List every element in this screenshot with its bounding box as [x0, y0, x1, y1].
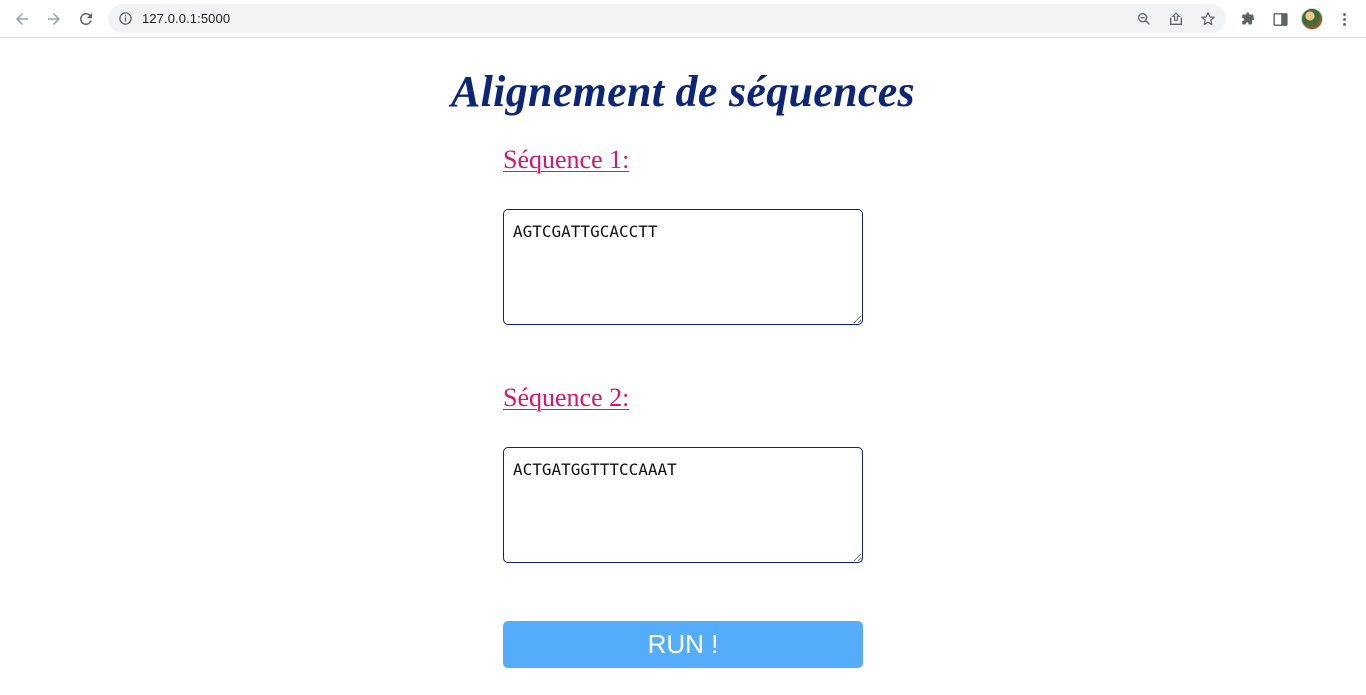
- sequence1-textarea[interactable]: AGTCGATTGCACCTT: [503, 209, 863, 325]
- sequence1-label: Séquence 1:: [503, 145, 630, 174]
- address-bar[interactable]: 127.0.0.1:5000: [108, 4, 1226, 33]
- extensions-icon[interactable]: [1238, 9, 1258, 29]
- avatar[interactable]: [1301, 8, 1323, 30]
- run-button[interactable]: RUN !: [503, 621, 863, 668]
- zoom-icon[interactable]: [1135, 10, 1153, 28]
- share-icon[interactable]: [1167, 10, 1185, 28]
- browser-toolbar: 127.0.0.1:5000: [0, 0, 1366, 38]
- page-title: Alignement de séquences: [451, 67, 915, 116]
- back-arrow-icon[interactable]: [11, 8, 33, 30]
- kebab-menu-icon[interactable]: [1334, 9, 1354, 29]
- url-text[interactable]: 127.0.0.1:5000: [142, 11, 230, 26]
- sequence2-textarea[interactable]: ACTGATGGTTTCCAAAT: [503, 447, 863, 563]
- info-icon[interactable]: [118, 11, 133, 26]
- sequence2-label: Séquence 2:: [503, 383, 630, 412]
- side-panel-icon[interactable]: [1270, 9, 1290, 29]
- reload-icon[interactable]: [75, 8, 97, 30]
- forward-arrow-icon[interactable]: [43, 8, 65, 30]
- bookmark-star-icon[interactable]: [1199, 10, 1217, 28]
